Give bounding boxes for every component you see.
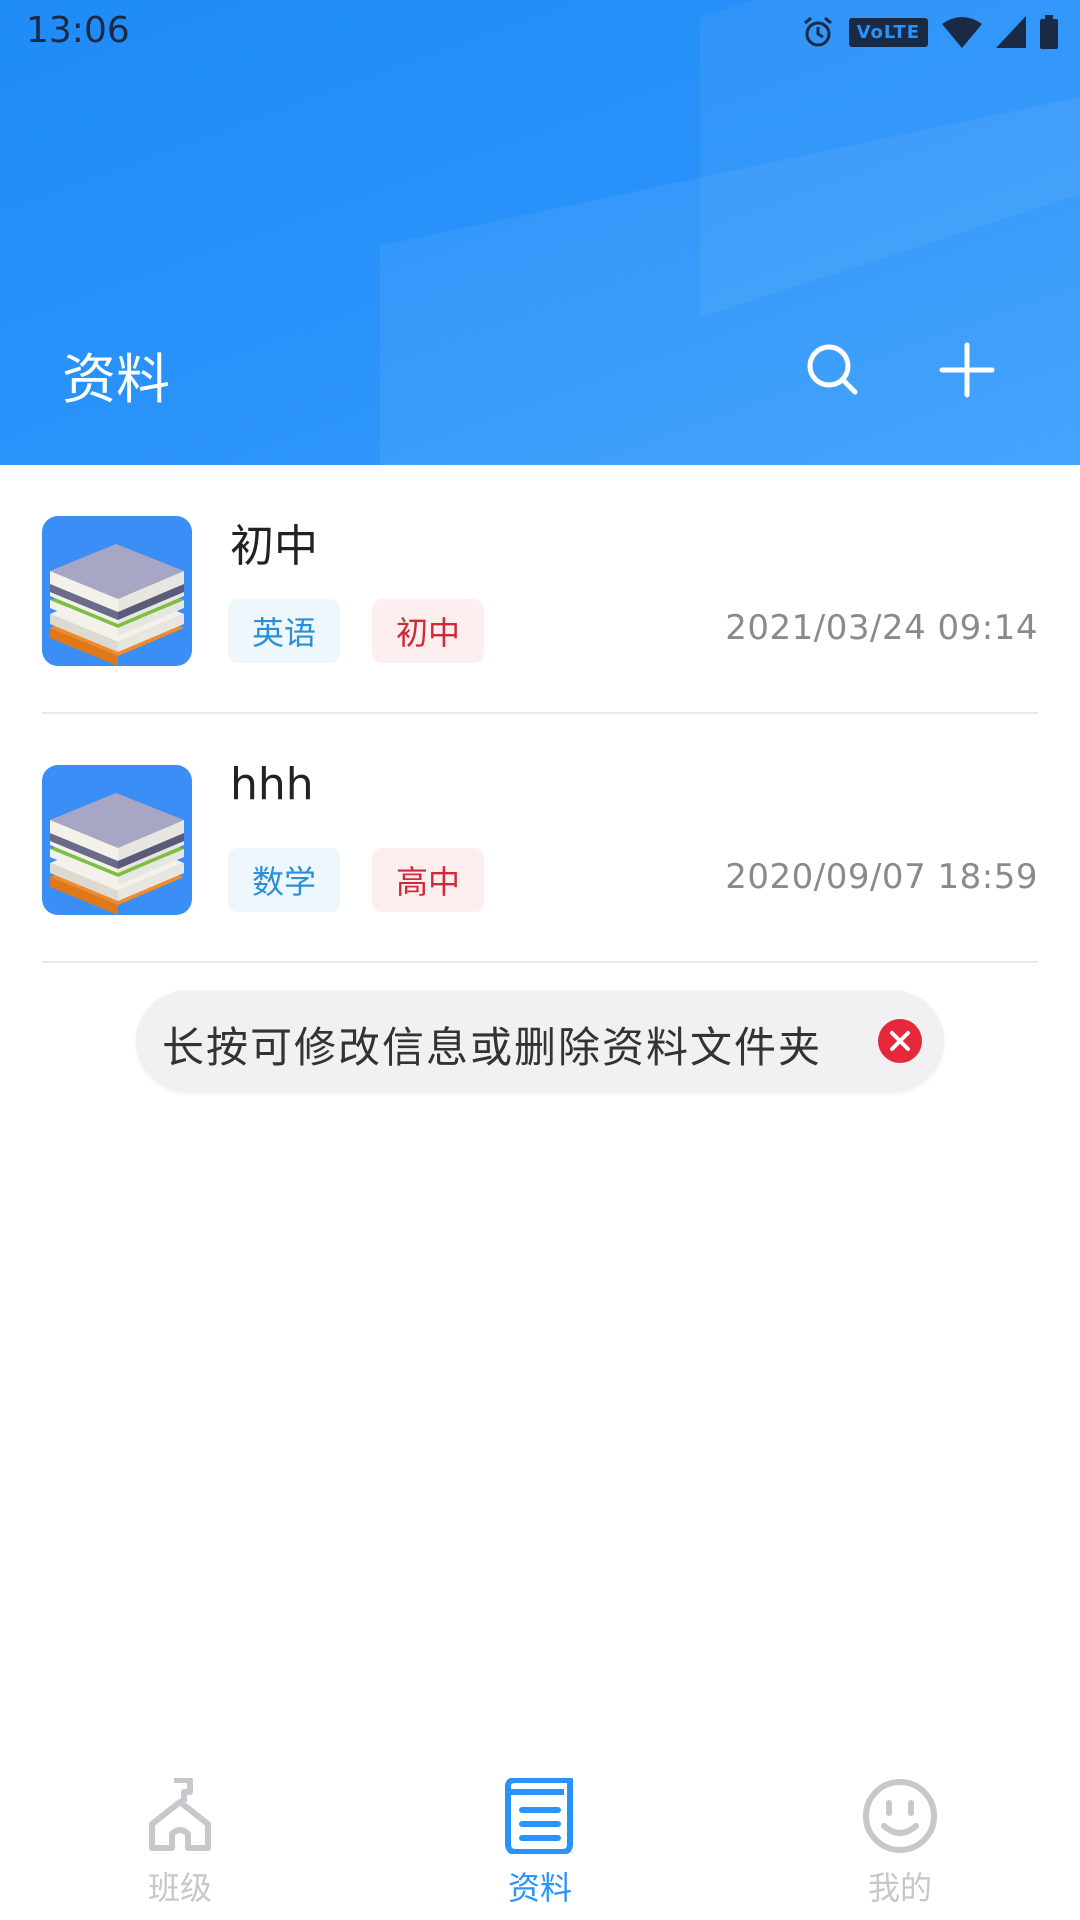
page-title: 资料 <box>62 348 170 411</box>
nav-mine[interactable]: 我的 <box>820 1760 980 1920</box>
folder-time: 2020/09/07 18:59 <box>725 857 1038 897</box>
class-icon <box>140 1776 220 1856</box>
cell-signal-icon <box>996 16 1026 48</box>
folder-name: 初中 <box>230 521 318 572</box>
smiley-icon <box>860 1776 940 1856</box>
close-icon <box>890 1031 910 1051</box>
level-tag: 高中 <box>372 848 484 912</box>
battery-icon <box>1040 15 1058 49</box>
search-button[interactable] <box>793 330 873 410</box>
status-icons: VoLTE <box>801 12 1058 52</box>
alarm-icon <box>803 16 832 47</box>
add-folder-button[interactable] <box>927 330 1007 410</box>
header: 13:06 VoLTE 资料 <box>0 0 1080 465</box>
folder-name: hhh <box>230 759 314 810</box>
books-stack-icon <box>42 516 192 666</box>
subject-tag: 英语 <box>228 599 340 663</box>
plus-icon <box>939 342 995 398</box>
wifi-icon <box>942 17 982 48</box>
folder-time: 2021/03/24 09:14 <box>725 608 1038 648</box>
nav-class[interactable]: 班级 <box>100 1760 260 1920</box>
folder-list: 初中 英语 初中 2021/03/24 09:14 hhh 数学 高中 2020… <box>0 465 1080 963</box>
nav-label: 我的 <box>867 1869 932 1907</box>
nav-material[interactable]: 资料 <box>460 1760 620 1920</box>
app-screen: 13:06 VoLTE 资料 初中 英语 初中 2021/03/24 09:14… <box>0 0 1080 1920</box>
folder-row[interactable]: 初中 英语 初中 2021/03/24 09:14 <box>42 465 1038 714</box>
folder-row[interactable]: hhh 数学 高中 2020/09/07 18:59 <box>42 714 1038 963</box>
books-stack-icon <box>42 765 192 915</box>
volte-badge: VoLTE <box>848 17 928 47</box>
level-tag: 初中 <box>372 599 484 663</box>
document-icon <box>500 1776 580 1856</box>
close-tip-button[interactable] <box>878 1019 922 1063</box>
bottom-nav: 班级 资料 我的 <box>0 1760 1080 1920</box>
tip-banner: 长按可修改信息或删除资料文件夹 <box>136 990 944 1092</box>
status-time: 13:06 <box>26 10 130 51</box>
subject-tag: 数学 <box>228 848 340 912</box>
tip-text: 长按可修改信息或删除资料文件夹 <box>162 1023 823 1072</box>
nav-label: 班级 <box>147 1869 212 1907</box>
nav-label: 资料 <box>507 1869 572 1907</box>
search-icon <box>807 344 858 395</box>
